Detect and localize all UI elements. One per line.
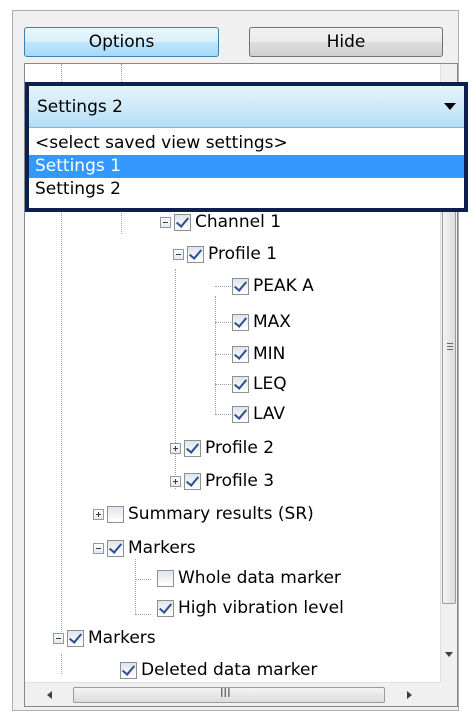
checkbox[interactable] <box>157 599 174 617</box>
view-settings-combobox[interactable]: Settings 2 <box>29 86 464 128</box>
grip-icon <box>447 349 453 350</box>
tree-item-label: Deleted data marker <box>141 660 318 680</box>
checkbox[interactable] <box>232 313 249 331</box>
tree-connector <box>215 322 231 323</box>
tree-connector <box>135 579 151 580</box>
tree-item-summary-results[interactable]: Summary results (SR) <box>93 500 314 528</box>
checkbox[interactable] <box>174 213 191 231</box>
checkbox[interactable] <box>232 277 249 295</box>
tree-item-max[interactable]: MAX <box>232 308 291 336</box>
expand-icon[interactable] <box>170 442 181 454</box>
tree-item-markers-channel[interactable]: Markers <box>93 534 196 562</box>
scroll-right-icon[interactable] <box>407 691 412 699</box>
tree-connector <box>215 286 231 287</box>
checkbox[interactable] <box>107 539 124 557</box>
chevron-down-icon[interactable] <box>444 103 456 110</box>
combobox-selected-value: Settings 2 <box>37 96 123 117</box>
tree-connector <box>215 296 216 414</box>
checkbox[interactable] <box>232 375 249 393</box>
collapse-icon[interactable] <box>53 632 64 644</box>
tree-item-label: MAX <box>253 312 291 332</box>
tree-connector <box>215 414 231 415</box>
checkbox[interactable] <box>120 661 137 679</box>
tree-item-label: PEAK A <box>253 276 314 296</box>
grip-icon <box>447 346 453 347</box>
checkbox[interactable] <box>232 345 249 363</box>
tree-item-high-vibration-level[interactable]: High vibration level <box>157 594 344 622</box>
expand-icon[interactable] <box>170 475 181 487</box>
tree-item-label: Profile 3 <box>205 471 275 491</box>
checkbox[interactable] <box>107 505 124 523</box>
tree-item-min[interactable]: MIN <box>232 340 285 368</box>
horizontal-scroll-thumb[interactable]: III <box>73 686 385 703</box>
checkbox[interactable] <box>184 439 201 457</box>
checkbox[interactable] <box>157 569 174 587</box>
dropdown-option-placeholder[interactable]: <select saved view settings> <box>29 132 464 155</box>
tree-connector <box>215 384 231 385</box>
scroll-left-icon[interactable] <box>47 691 52 699</box>
scrollbar-corner <box>440 682 457 706</box>
checkbox[interactable] <box>232 405 249 423</box>
tree-item-peak-a[interactable]: PEAK A <box>232 272 314 300</box>
tree-connector <box>215 354 231 355</box>
tree-item-markers[interactable]: Markers <box>53 624 156 652</box>
tree-item-profile-2[interactable]: Profile 2 <box>170 434 274 462</box>
tree-item-label: Profile 1 <box>208 244 278 264</box>
tree-item-label: Markers <box>128 538 196 558</box>
tree-item-deleted-data-marker[interactable]: Deleted data marker <box>120 656 317 684</box>
tree-item-label: Summary results (SR) <box>128 504 314 524</box>
checkbox[interactable] <box>67 629 84 647</box>
grip-icon <box>447 343 453 344</box>
tree-item-label: MIN <box>253 344 286 364</box>
tree-connector <box>135 559 136 614</box>
tree-item-whole-data-marker[interactable]: Whole data marker <box>157 564 341 592</box>
checkbox[interactable] <box>187 245 204 263</box>
tree-item-label: Whole data marker <box>178 568 341 588</box>
tree-item-label: Profile 2 <box>205 438 275 458</box>
dropdown-option-settings-1[interactable]: Settings 1 <box>29 155 464 178</box>
tree-connector <box>135 614 151 615</box>
expand-icon[interactable] <box>93 508 104 520</box>
tree-item-lav[interactable]: LAV <box>232 400 285 428</box>
options-button[interactable]: Options <box>24 27 219 57</box>
collapse-icon[interactable] <box>160 216 171 228</box>
tree-item-label: High vibration level <box>178 598 344 618</box>
tree-item-leq[interactable]: LEQ <box>232 370 287 398</box>
tree-item-label: Markers <box>88 628 156 648</box>
dropdown-option-settings-2[interactable]: Settings 2 <box>29 178 464 201</box>
tree-item-profile-3[interactable]: Profile 3 <box>170 467 274 495</box>
collapse-icon[interactable] <box>93 542 104 554</box>
tree-item-profile-1[interactable]: Profile 1 <box>173 240 277 268</box>
horizontal-scrollbar[interactable]: III <box>25 682 440 706</box>
grip-icon: III <box>220 686 231 700</box>
tree-item-label: LEQ <box>253 374 287 394</box>
tree-item-channel-1[interactable]: Channel 1 <box>160 208 281 236</box>
hide-button[interactable]: Hide <box>249 27 443 57</box>
tree-item-label: LAV <box>253 404 286 424</box>
tree-item-label: Channel 1 <box>195 212 282 232</box>
view-settings-dropdown[interactable]: Settings 2 <select saved view settings> … <box>25 82 468 212</box>
tree-connector <box>61 654 62 674</box>
collapse-icon[interactable] <box>173 248 184 260</box>
checkbox[interactable] <box>184 472 201 490</box>
scroll-down-icon[interactable] <box>445 652 453 657</box>
